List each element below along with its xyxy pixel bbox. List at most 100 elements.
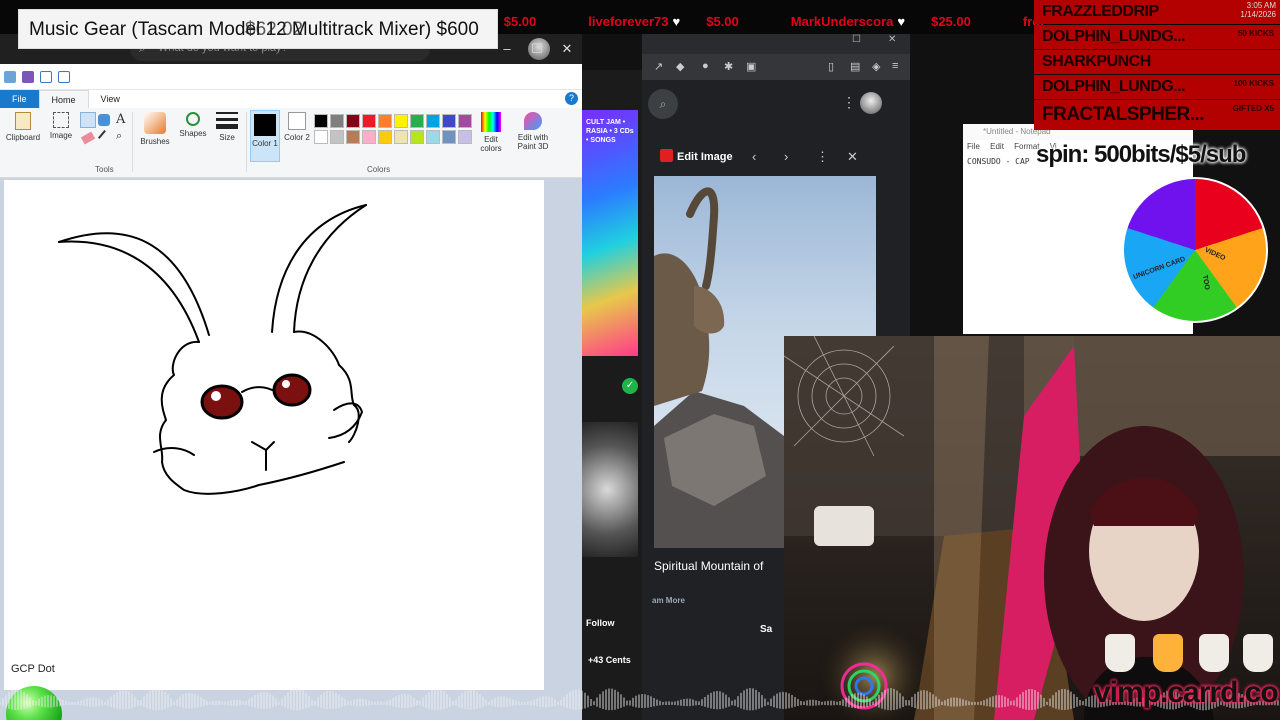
tools-group: A ⌕ [80,112,130,162]
palette-swatch[interactable] [314,114,328,128]
fire-cat-emote [1153,634,1183,672]
undo-icon[interactable] [40,70,52,83]
fill-icon[interactable] [98,114,110,126]
palette-swatch[interactable] [410,114,424,128]
prize-wheel: VIDEO UNICORN CARD TOO [1122,177,1268,323]
palette-swatch[interactable] [394,114,408,128]
follow-button[interactable]: Follow [586,618,615,628]
save-link[interactable]: Sa [760,624,772,635]
brushes-button[interactable]: Brushes [138,112,172,146]
more-icon[interactable]: ⋮ [816,149,829,165]
menu-file[interactable]: File [967,142,980,151]
ticker-amount: $5.00 [706,14,739,29]
image-caption: Spiritual Mountain of [654,559,764,573]
clipboard-button[interactable]: Clipboard [4,112,42,142]
tab-view[interactable]: View [89,90,132,108]
window-controls: – ☐ ✕ [492,34,582,64]
brave-shield-icon[interactable]: ◆ [676,60,684,73]
gcp-dot-label: GCP Dot [11,663,55,675]
strip-photo [582,422,638,557]
sidebar-icon[interactable]: ▯ [828,60,834,73]
heart-icon: ♥ [672,14,681,29]
tab-file[interactable]: File [0,90,39,108]
palette-swatch[interactable] [426,130,440,144]
close-icon[interactable]: ✕ [888,34,896,45]
share-icon[interactable]: ↗ [654,60,663,73]
cents-alert: +43 Cents [588,655,631,665]
prev-arrow-icon[interactable]: ‹ [752,149,756,164]
redo-icon[interactable] [58,70,70,83]
pencil-icon[interactable] [80,112,96,128]
sub-row: SHARKPUNCH [1034,50,1280,74]
tools-group-label: Tools [95,165,114,174]
restore-icon[interactable]: ☐ [852,34,861,45]
lens-search-icon[interactable]: ⌕ [648,89,678,119]
palette-swatch[interactable] [346,130,360,144]
color2-button[interactable]: Color 2 [284,112,310,142]
screenshot-icon[interactable]: ▣ [746,60,756,73]
palette-swatch[interactable] [426,114,440,128]
ribbon: Clipboard Image A ⌕ Brushes Shapes Size … [0,108,582,178]
menu-icon[interactable]: ≡ [892,60,898,72]
palette-swatch[interactable] [378,130,392,144]
close-icon[interactable]: ✕ [552,34,582,64]
wallet-icon[interactable]: ▤ [850,60,860,73]
color-palette [314,114,472,144]
palette-swatch[interactable] [314,130,328,144]
profile-avatar[interactable] [860,92,882,114]
size-button[interactable]: Size [212,112,242,142]
image-select-icon [53,112,69,128]
save-icon[interactable] [22,70,34,83]
color2-swatch [288,112,306,130]
palette-swatch[interactable] [458,114,472,128]
magnifier-icon[interactable]: ⌕ [116,130,122,143]
ticker-donor: liveforever73 [588,14,669,29]
menu-edit[interactable]: Edit [990,142,1004,151]
palette-swatch[interactable] [410,130,424,144]
edit-with-paint3d-button[interactable]: Edit with Paint 3D [512,112,554,151]
close-viewer-icon[interactable]: ✕ [847,149,858,165]
extension-icon[interactable]: ● [702,60,709,72]
clock-date: 1/14/2026 [1240,10,1276,19]
drawing-canvas[interactable] [4,180,544,690]
puzzle-icon[interactable]: ✱ [724,60,733,73]
edit-image-button[interactable]: Edit Image [660,149,742,167]
palette-swatch[interactable] [362,130,376,144]
palette-swatch[interactable] [362,114,376,128]
palette-swatch[interactable] [330,114,344,128]
image-button[interactable]: Image [46,112,76,140]
next-arrow-icon[interactable]: › [784,149,788,164]
learn-more-link[interactable]: am More [652,596,685,605]
goat-sketch [58,204,367,495]
palette-swatch[interactable] [346,114,360,128]
album-art-text: CULT JAM • RASIA • 3 CDs • SONGS [586,119,634,144]
palette-swatch[interactable] [330,130,344,144]
palette-swatch[interactable] [458,130,472,144]
wheel-label-too: TOO [1200,274,1211,291]
stream-screen: ♥$5.00liveforever73♥$5.00MarkUnderscora♥… [0,0,1280,720]
color1-button[interactable]: Color 1 [250,110,280,162]
palette-swatch[interactable] [378,114,392,128]
browser-toolbar: ↗ ◆ ● ✱ ▣ ▯ ▤ ◈ ≡ [642,54,910,80]
help-icon[interactable]: ? [565,92,578,105]
palette-swatch[interactable] [442,114,456,128]
sub-row: DOLPHIN_LUNDG... 100 KICKS [1034,75,1280,99]
browser-tab-strip: ☐ ✕ [642,34,910,54]
clock-time: 3:05 AM [1246,1,1276,10]
palette-swatch[interactable] [394,130,408,144]
clipboard-icon [15,112,31,130]
ticker-track: ♥$5.00liveforever73♥$5.00MarkUnderscora♥… [470,14,1074,29]
ribbon-tabs: File Home View ? [0,90,582,108]
palette-swatch[interactable] [442,130,456,144]
audio-waveform [0,688,1279,711]
color-picker-icon[interactable] [97,129,113,145]
color1-swatch [254,114,276,136]
vpn-icon[interactable]: ◈ [872,60,880,73]
shapes-button[interactable]: Shapes [178,112,208,138]
edit-colors-button[interactable]: Edit colors [476,112,506,153]
tab-home[interactable]: Home [38,90,89,108]
maximize-icon[interactable]: ☐ [522,34,552,64]
eraser-icon[interactable] [80,131,96,145]
browser-strip: CULT JAM • RASIA • 3 CDs • SONGS ✓ Follo… [582,70,642,720]
text-icon[interactable]: A [116,112,125,127]
